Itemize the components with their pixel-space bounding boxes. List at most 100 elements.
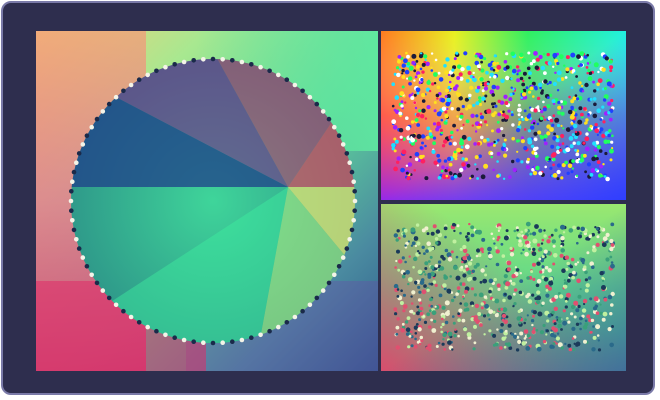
zero-bead — [326, 116, 332, 122]
zero-dot — [432, 224, 437, 229]
zero-dot — [525, 165, 530, 170]
zero-dot — [495, 262, 500, 267]
zero-dot — [542, 323, 546, 328]
zero-dot — [573, 300, 579, 306]
zero-dot — [602, 120, 606, 124]
zero-dot — [404, 69, 410, 75]
zero-dot — [555, 316, 559, 319]
green-zeros-image[interactable] — [381, 204, 626, 371]
zero-dot — [433, 319, 437, 323]
zero-dot — [448, 142, 452, 146]
zero-dot — [478, 123, 481, 126]
zero-dot — [570, 122, 574, 125]
zero-dot — [516, 78, 521, 83]
zero-dot — [516, 128, 521, 133]
zero-dot — [552, 173, 558, 178]
zero-dot — [463, 327, 468, 332]
zero-bead — [70, 218, 75, 223]
zero-dot — [542, 100, 545, 104]
zero-dot — [489, 76, 492, 79]
zero-dot — [597, 339, 600, 342]
zero-dot — [578, 234, 582, 239]
zero-dot — [526, 157, 530, 161]
zero-dot — [414, 152, 420, 157]
zero-dot — [565, 292, 571, 298]
zero-dot — [494, 246, 498, 249]
rainbow-zeros-image[interactable] — [381, 31, 626, 200]
zero-dot — [401, 85, 405, 89]
zero-dot — [578, 106, 583, 111]
zero-dot — [414, 244, 418, 248]
zero-dot — [401, 72, 404, 75]
zero-dot — [496, 174, 500, 178]
zero-dot — [474, 303, 480, 309]
zero-bead — [76, 246, 82, 251]
zero-dot — [529, 62, 534, 66]
zero-dot — [591, 156, 597, 162]
zero-dot — [522, 79, 525, 83]
zero-bead — [74, 160, 79, 165]
zero-dot — [470, 233, 475, 238]
zero-dot — [476, 142, 481, 146]
zero-dot — [560, 346, 564, 350]
zero-dot — [430, 66, 433, 69]
zero-dot — [444, 300, 450, 306]
zero-dot — [534, 224, 539, 229]
zero-dot — [505, 281, 511, 287]
zero-dot — [405, 270, 410, 275]
circle-zeros-image[interactable] — [36, 31, 378, 371]
zero-dot — [402, 234, 406, 238]
zero-dot — [540, 109, 544, 114]
zero-dot — [582, 141, 586, 145]
zero-bead — [106, 295, 112, 301]
zero-bead — [172, 335, 177, 341]
zero-dot — [596, 145, 601, 149]
zero-dot — [395, 259, 398, 263]
zero-dot — [455, 84, 459, 88]
zero-dot — [562, 100, 568, 106]
zero-dot — [503, 235, 509, 241]
zero-dot — [395, 332, 399, 336]
zero-dot — [471, 77, 476, 82]
zero-dot — [450, 136, 454, 139]
zero-dot — [545, 289, 549, 292]
zero-dot — [445, 174, 449, 178]
zero-dot — [440, 330, 443, 334]
zero-dot — [545, 333, 548, 336]
zero-dot — [596, 108, 601, 113]
zero-dot — [485, 70, 489, 75]
zero-dot — [442, 174, 446, 179]
zero-dot — [596, 235, 600, 239]
zero-bead — [154, 68, 159, 74]
zero-dot — [456, 76, 461, 80]
zero-bead — [69, 189, 74, 194]
zero-dot — [576, 97, 580, 101]
zero-dot — [461, 282, 466, 286]
zero-dot — [515, 226, 519, 230]
zero-dot — [421, 70, 425, 74]
zero-dot — [503, 345, 507, 349]
zero-dot — [492, 168, 495, 172]
zero-dot — [421, 154, 425, 158]
zero-dot — [460, 151, 463, 154]
zero-dot — [472, 347, 476, 351]
zero-dot — [414, 337, 417, 341]
zero-bead — [332, 272, 337, 278]
zero-dot — [551, 239, 556, 244]
zero-dot — [575, 75, 578, 78]
zero-dot — [445, 119, 448, 122]
zero-dot — [417, 327, 422, 332]
zero-bead — [69, 208, 74, 213]
zero-dot — [539, 116, 544, 121]
zero-dot — [440, 169, 444, 173]
zero-dot — [520, 139, 525, 144]
rainbow-zeros-plot — [381, 31, 626, 200]
zero-dot — [468, 93, 472, 98]
zero-dot — [430, 246, 435, 251]
zero-bead — [71, 227, 77, 233]
zero-dot — [453, 296, 456, 299]
zero-dot — [546, 131, 551, 136]
zero-dot — [499, 329, 504, 333]
zero-dot — [403, 58, 408, 64]
zero-dot — [610, 98, 614, 103]
